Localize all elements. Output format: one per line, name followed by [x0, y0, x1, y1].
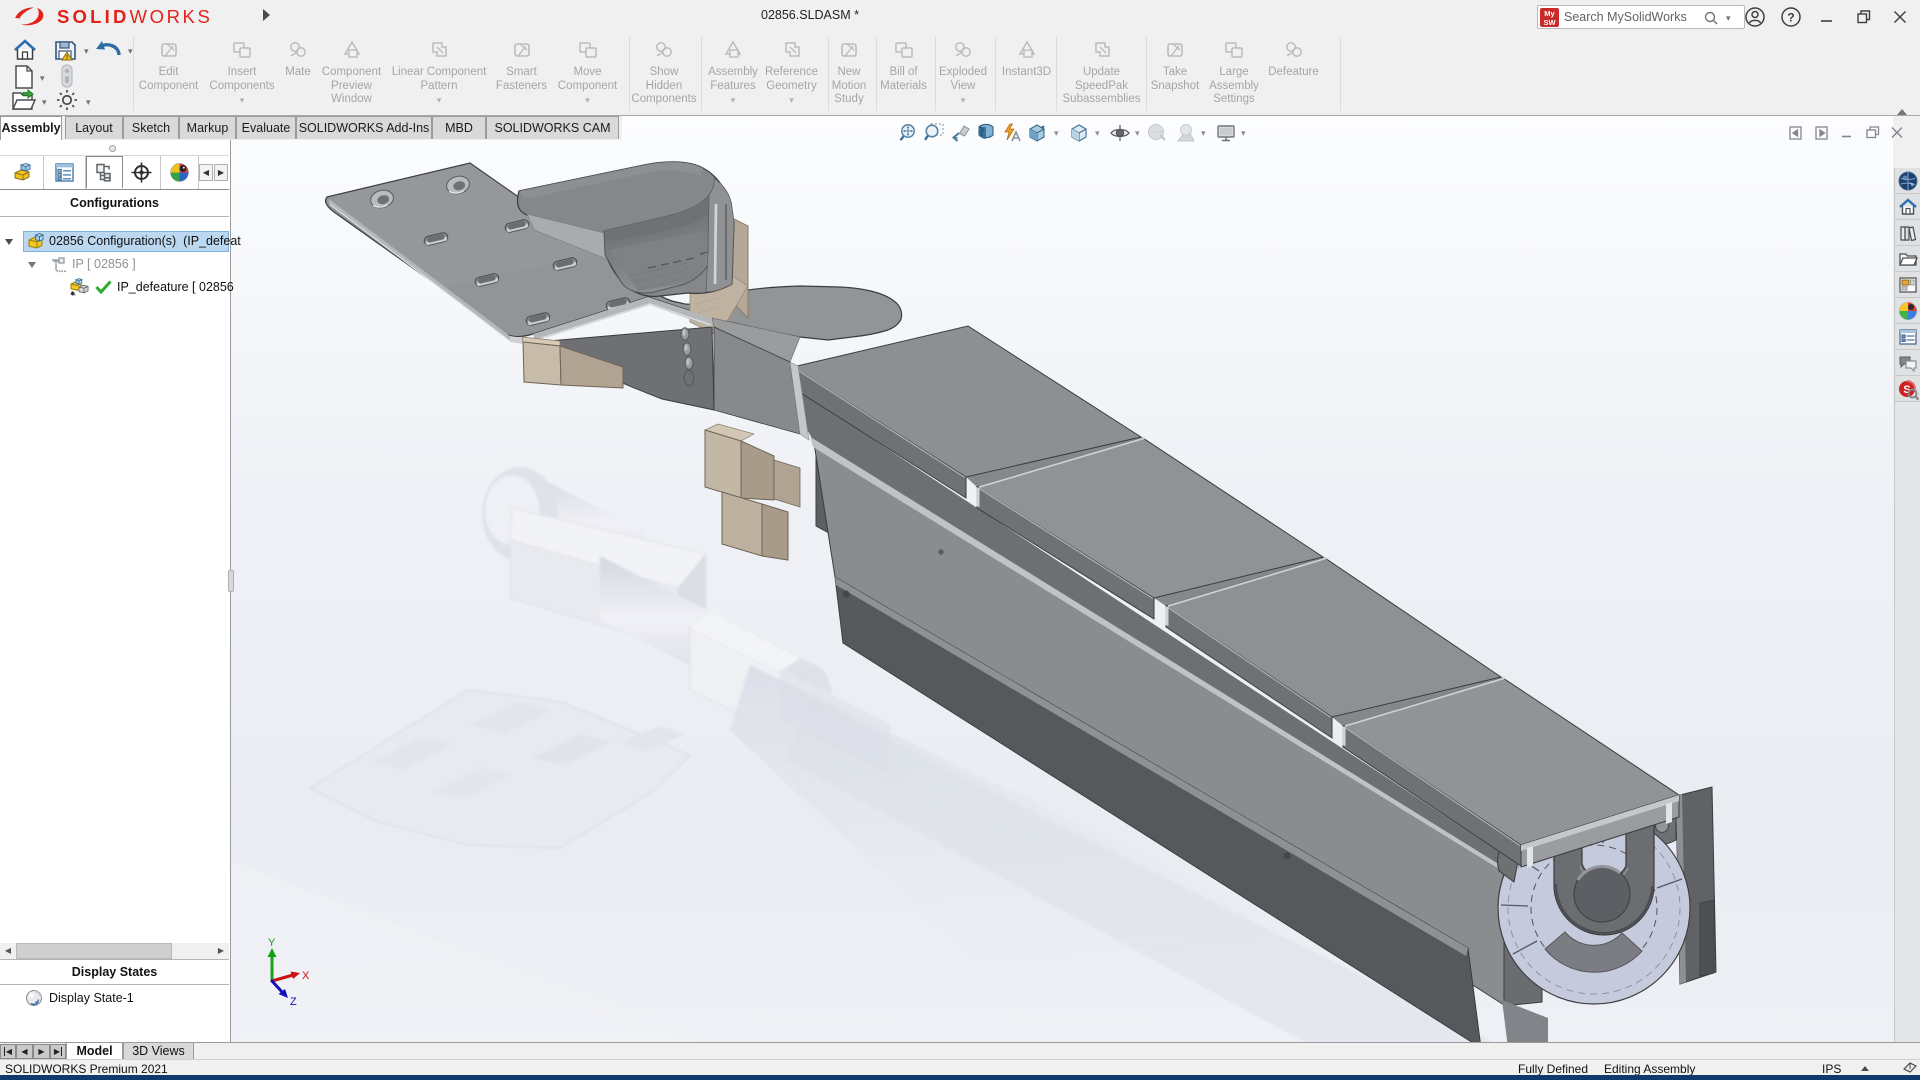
svg-text:!: !	[66, 55, 68, 62]
svg-text:Y: Y	[268, 937, 276, 949]
svg-text:Z: Z	[290, 996, 297, 1008]
svg-text:X: X	[302, 970, 310, 982]
svg-text:?: ?	[1787, 11, 1794, 25]
